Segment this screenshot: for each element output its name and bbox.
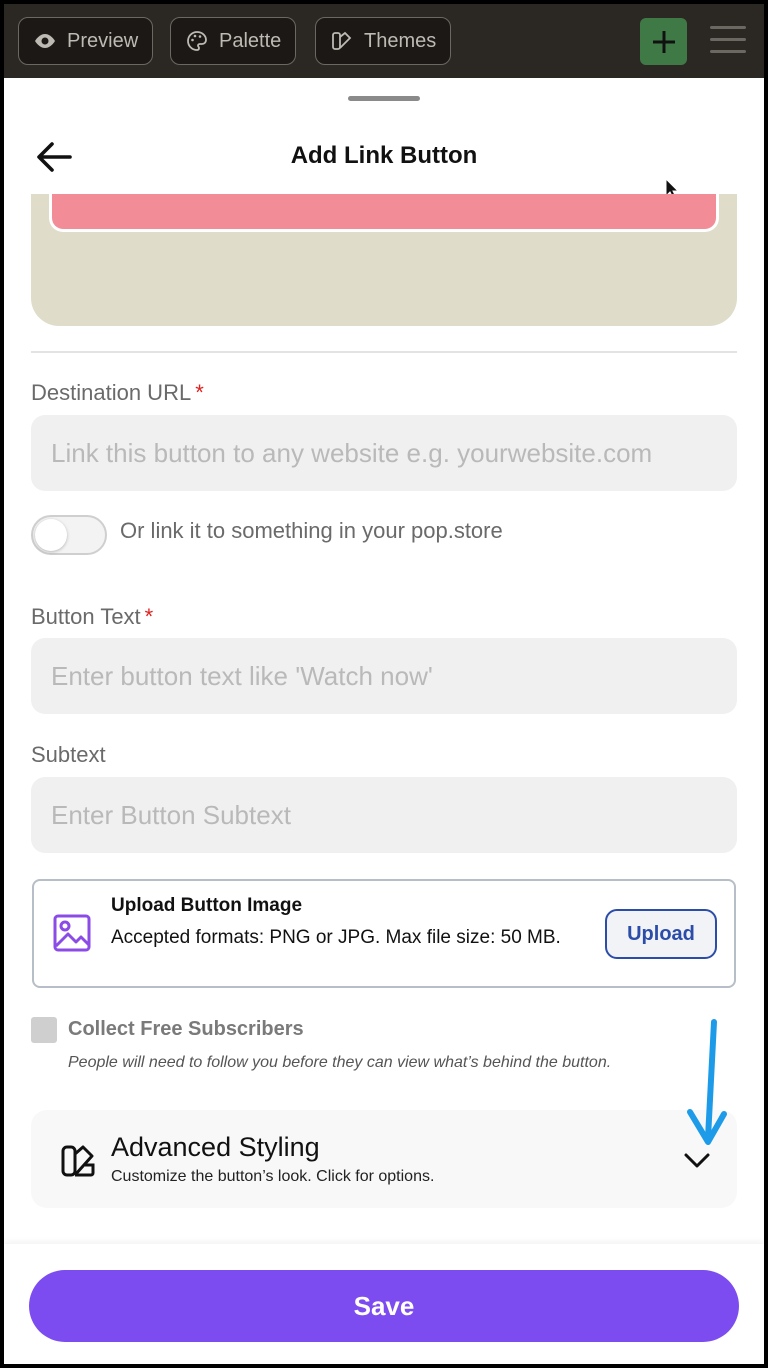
upload-title: Upload Button Image — [111, 895, 303, 916]
image-icon — [53, 914, 91, 952]
app-frame: Preview Palette Themes Add Link Button D… — [4, 4, 764, 1364]
plus-icon — [652, 30, 675, 53]
pop-store-link-toggle[interactable] — [31, 515, 107, 555]
swatch-icon — [61, 1145, 95, 1177]
themes-label: Themes — [364, 29, 437, 52]
subtext-input[interactable]: Enter Button Subtext — [31, 777, 737, 853]
divider — [31, 351, 737, 353]
upload-image-box: Upload Button Image Accepted formats: PN… — [32, 879, 736, 988]
destination-url-input[interactable]: Link this button to any website e.g. you… — [31, 415, 737, 491]
collect-subscribers-label: Collect Free Subscribers — [68, 1018, 304, 1040]
preview-button[interactable]: Preview — [18, 17, 154, 65]
annotation-arrow-icon — [687, 1019, 727, 1145]
preview-button-pill — [49, 194, 719, 232]
collect-subscribers-checkbox[interactable] — [31, 1017, 57, 1043]
themes-button[interactable]: Themes — [315, 17, 452, 65]
preview-label: Preview — [67, 29, 139, 52]
bottom-sheet: Add Link Button Destination URL * Link th… — [4, 78, 764, 1364]
sheet-drag-handle[interactable] — [348, 96, 420, 101]
palette-label: Palette — [219, 29, 282, 52]
upload-description: Accepted formats: PNG or JPG. Max file s… — [111, 927, 561, 948]
top-toolbar: Preview Palette Themes — [4, 4, 764, 78]
button-text-placeholder: Enter button text like 'Watch now' — [51, 660, 433, 691]
required-marker: * — [195, 380, 204, 405]
collect-subscribers-note: People will need to follow you before th… — [68, 1054, 612, 1071]
save-button[interactable]: Save — [29, 1270, 739, 1342]
palette-button[interactable]: Palette — [170, 17, 297, 65]
hamburger-menu-icon[interactable] — [710, 26, 746, 56]
toggle-knob — [35, 519, 67, 551]
button-text-label: Button Text * — [31, 604, 154, 629]
destination-url-label: Destination URL * — [31, 380, 204, 405]
palette-icon — [187, 31, 207, 51]
required-marker: * — [144, 604, 154, 629]
advanced-styling-section[interactable]: Advanced Styling Customize the button’s … — [31, 1110, 737, 1208]
upload-button[interactable]: Upload — [605, 909, 717, 959]
eye-icon — [35, 34, 55, 48]
page-title: Add Link Button — [290, 142, 478, 169]
chevron-down-icon[interactable] — [683, 1148, 711, 1172]
destination-url-placeholder: Link this button to any website e.g. you… — [51, 437, 653, 468]
add-button[interactable] — [640, 18, 687, 65]
button-text-input[interactable]: Enter button text like 'Watch now' — [31, 638, 737, 714]
advanced-styling-subtitle: Customize the button’s look. Click for o… — [111, 1168, 435, 1185]
pop-store-toggle-label: Or link it to something in your pop.stor… — [120, 518, 503, 543]
footer-bar: Save — [4, 1244, 764, 1364]
subtext-label: Subtext — [31, 742, 106, 767]
swatch-icon — [332, 31, 352, 50]
button-preview — [31, 194, 737, 326]
advanced-styling-title: Advanced Styling — [111, 1132, 320, 1162]
subtext-placeholder: Enter Button Subtext — [51, 799, 291, 830]
